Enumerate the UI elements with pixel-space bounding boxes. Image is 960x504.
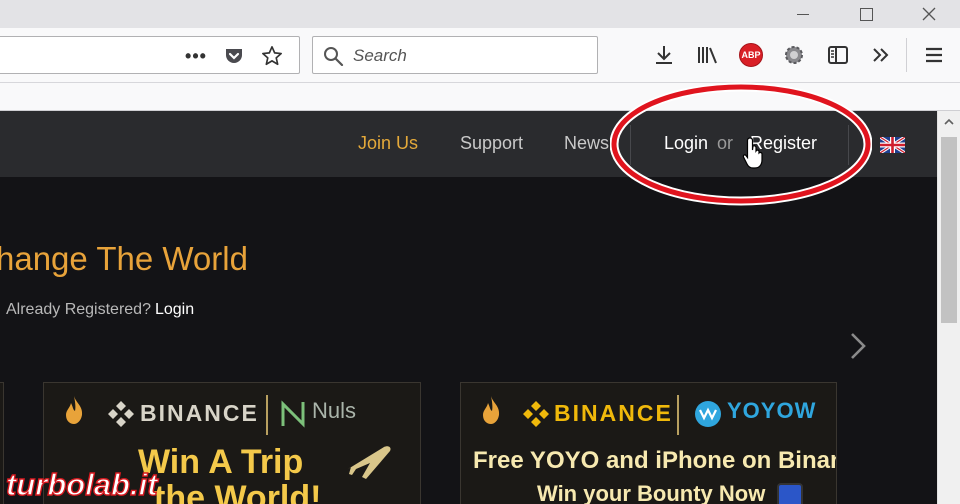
window-titlebar (0, 0, 960, 28)
nav-register[interactable]: Register (750, 133, 817, 154)
close-icon (922, 7, 936, 21)
nav-login[interactable]: Login (664, 133, 708, 154)
nav-divider (630, 125, 631, 165)
gear-icon[interactable] (781, 42, 807, 68)
close-button[interactable] (906, 0, 952, 28)
toolbar-separator (906, 38, 907, 72)
airplane-icon (348, 446, 391, 479)
url-bar[interactable]: ••• (0, 36, 300, 74)
partner-yoyow: YOYOW (727, 398, 817, 423)
nav-or-text: or (717, 133, 734, 153)
minimize-button[interactable] (780, 0, 826, 28)
bookmarks-bar (0, 83, 960, 111)
adblock-icon[interactable]: ABP (738, 42, 764, 68)
nuls-logo-icon (281, 400, 305, 428)
hamburger-menu-icon[interactable] (921, 42, 947, 68)
library-icon[interactable] (695, 42, 721, 68)
partner-nuls: Nuls (312, 398, 357, 423)
hero-title: hange The World (0, 240, 248, 277)
pocket-icon[interactable] (223, 45, 245, 67)
scrollbar-thumb[interactable] (941, 137, 957, 323)
svg-text:turbolab.it: turbolab.it (6, 467, 159, 502)
banner-separator (266, 395, 268, 435)
search-input[interactable] (353, 45, 583, 67)
overflow-icon[interactable] (868, 42, 894, 68)
binance-wordmark: BINANCE (554, 400, 673, 426)
sidebar-icon[interactable] (825, 42, 851, 68)
web-page: Join Us Support News Login or Register h… (0, 111, 937, 504)
browser-toolbar: ••• ABP (0, 28, 960, 83)
maximize-button[interactable] (843, 0, 889, 28)
scroll-up-arrow-icon[interactable] (938, 111, 960, 133)
adblock-badge: ABP (739, 43, 763, 67)
download-icon[interactable] (651, 42, 677, 68)
nav-join-us[interactable]: Join Us (358, 133, 418, 154)
search-icon (324, 47, 344, 66)
flame-icon (66, 396, 83, 424)
hero-subtitle: Already Registered? Login (6, 301, 194, 319)
promo-banner-yoyow[interactable]: BINANCE YOYOW Free YOYO and iPhone on Bi… (460, 382, 837, 504)
search-bar[interactable] (312, 36, 598, 74)
page-scrollbar[interactable] (937, 111, 960, 504)
nav-divider (848, 125, 849, 165)
uk-flag-icon[interactable] (880, 137, 905, 153)
flame-icon (483, 396, 500, 424)
site-nav: Join Us Support News Login or Register (0, 111, 937, 177)
yoyow-logo-icon (695, 401, 721, 427)
page-actions-icon[interactable]: ••• (185, 45, 207, 67)
nav-news[interactable]: News (564, 133, 609, 154)
phone-icon (777, 483, 803, 504)
binance-logo-icon (523, 401, 549, 427)
banner-header: BINANCE YOYOW (461, 395, 836, 435)
turbolab-watermark-logo: turbolab.it (5, 466, 160, 502)
bookmark-star-icon[interactable] (261, 45, 283, 67)
banner-separator (677, 395, 679, 435)
binance-wordmark: BINANCE (140, 400, 259, 426)
nav-support[interactable]: Support (460, 133, 523, 154)
hero-login-link[interactable]: Login (155, 301, 194, 318)
banner-headline: Free YOYO and iPhone on Binance (473, 447, 837, 474)
carousel-next-icon[interactable] (848, 330, 868, 362)
banner-header: BINANCE Nuls (44, 395, 420, 435)
already-registered-text: Already Registered? (6, 301, 151, 318)
binance-logo-icon (108, 401, 134, 427)
